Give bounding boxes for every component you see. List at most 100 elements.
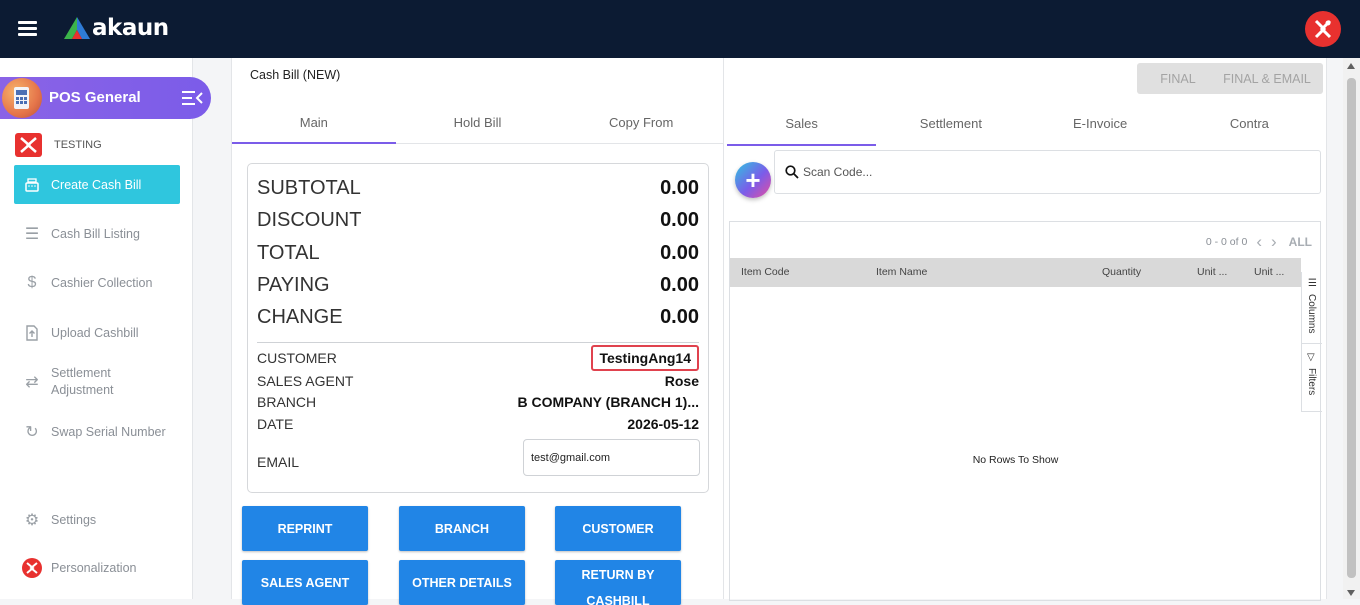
brand-name: akaun <box>92 15 169 41</box>
akaun-logo-icon <box>64 17 90 39</box>
tab-contra[interactable]: Contra <box>1175 106 1324 146</box>
nav-label-group: Settlement Adjustment <box>51 365 114 399</box>
customer-row: CUSTOMER TestingAng14 <box>257 345 699 371</box>
page-title: Cash Bill (NEW) <box>250 68 341 82</box>
pos-module-icon <box>2 78 42 118</box>
nav-upload-cashbill[interactable]: Upload Cashbill <box>14 323 180 343</box>
items-grid: 0 - 0 of 0 ‹ › ALL Item Code Item Name Q… <box>729 221 1322 601</box>
reprint-button[interactable]: REPRINT <box>242 506 368 551</box>
scroll-down-icon[interactable] <box>1347 590 1355 596</box>
subtotal-label: SUBTOTAL <box>257 177 361 199</box>
columns-panel-toggle[interactable]: ☰ Columns <box>1302 272 1322 344</box>
nav-cash-bill-listing[interactable]: ☰ Cash Bill Listing <box>14 224 180 244</box>
other-details-button[interactable]: OTHER DETAILS <box>399 560 525 605</box>
nav-label: Personalization <box>51 561 137 575</box>
final-button[interactable]: FINAL <box>1137 63 1219 94</box>
col-unit-2[interactable]: Unit ... <box>1254 266 1284 278</box>
branch-value: B COMPANY (BRANCH 1)... <box>517 394 700 410</box>
sales-agent-row: SALES AGENT Rose <box>257 373 699 389</box>
tab-copy-from[interactable]: Copy From <box>559 104 723 143</box>
scroll-thumb[interactable] <box>1347 78 1356 578</box>
tab-hold-bill[interactable]: Hold Bill <box>396 104 560 143</box>
col-item-name[interactable]: Item Name <box>876 266 927 278</box>
tab-main[interactable]: Main <box>232 104 396 144</box>
company-selector[interactable]: TESTING <box>15 133 102 157</box>
email-row: EMAIL <box>257 454 299 470</box>
tab-settlement[interactable]: Settlement <box>876 106 1025 146</box>
brand-logo[interactable]: akaun <box>64 14 169 42</box>
sales-agent-label: SALES AGENT <box>257 373 354 389</box>
branch-button[interactable]: BRANCH <box>399 506 525 551</box>
discount-value: 0.00 <box>660 209 699 231</box>
nav-cashier-collection[interactable]: $ Cashier Collection <box>14 273 180 293</box>
date-label: DATE <box>257 416 294 432</box>
nav-personalization[interactable]: Personalization <box>14 558 180 578</box>
nav-label: Upload Cashbill <box>51 326 139 340</box>
col-quantity[interactable]: Quantity <box>1102 266 1141 278</box>
paying-row: PAYING 0.00 <box>257 274 699 297</box>
list-icon: ☰ <box>24 226 40 243</box>
nav-label: Create Cash Bill <box>51 177 142 192</box>
nav-settings[interactable]: ⚙ Settings <box>14 510 180 530</box>
chevron-right-icon[interactable]: › <box>1271 232 1277 252</box>
date-value: 2026-05-12 <box>627 416 699 432</box>
change-label: CHANGE <box>257 306 343 328</box>
add-item-button[interactable]: + <box>735 162 771 198</box>
nav-swap-serial-number[interactable]: ↻ Swap Serial Number <box>14 422 180 442</box>
sales-agent-button[interactable]: SALES AGENT <box>242 560 368 605</box>
total-row: TOTAL 0.00 <box>257 242 699 265</box>
filters-panel-toggle[interactable]: ▽ Filters <box>1302 348 1322 412</box>
module-switcher[interactable]: POS General <box>0 77 211 119</box>
cash-bill-tabs: Main Hold Bill Copy From <box>232 104 723 144</box>
col-unit-1[interactable]: Unit ... <box>1197 266 1227 278</box>
chevron-left-icon[interactable]: ‹ <box>1256 232 1262 252</box>
cash-bill-panel: Cash Bill (NEW) Main Hold Bill Copy From… <box>231 58 724 605</box>
sales-panel: FINAL FINAL & EMAIL Sales Settlement E-I… <box>724 58 1327 601</box>
nav-create-cash-bill[interactable]: Create Cash Bill <box>14 165 180 204</box>
subtotal-row: SUBTOTAL 0.00 <box>257 177 699 200</box>
scan-code-box[interactable] <box>774 150 1321 194</box>
scroll-up-icon[interactable] <box>1347 63 1355 69</box>
pager-count: 0 - 0 of 0 <box>1205 236 1248 248</box>
filter-icon: ▽ <box>1307 352 1315 363</box>
sales-agent-value: Rose <box>664 373 699 389</box>
plus-icon: + <box>745 164 761 195</box>
divider <box>257 342 699 343</box>
user-avatar[interactable] <box>1305 11 1341 47</box>
pagination: 0 - 0 of 0 ‹ › ALL <box>1206 232 1312 252</box>
return-by-cashbill-button[interactable]: RETURN BY CASHBILL <box>555 560 681 605</box>
scan-code-input[interactable] <box>803 165 1283 179</box>
nav-label: Cashier Collection <box>51 276 153 290</box>
change-row: CHANGE 0.00 <box>257 306 699 329</box>
date-row: DATE 2026-05-12 <box>257 416 699 432</box>
show-all-button[interactable]: ALL <box>1289 235 1312 249</box>
page-scrollbar[interactable] <box>1343 58 1360 599</box>
nav-settlement-adjustment[interactable]: ⇄ Settlement Adjustment <box>14 365 180 399</box>
paying-label: PAYING <box>257 274 330 296</box>
collapse-sidebar-icon[interactable] <box>182 90 204 106</box>
change-value: 0.00 <box>660 306 699 328</box>
final-email-button[interactable]: FINAL & EMAIL <box>1211 63 1323 94</box>
search-icon <box>785 165 799 179</box>
sales-tabs: Sales Settlement E-Invoice Contra <box>727 106 1324 146</box>
tab-e-invoice[interactable]: E-Invoice <box>1026 106 1175 146</box>
upload-icon <box>22 323 42 343</box>
nav-label: Cash Bill Listing <box>51 227 140 241</box>
tab-sales[interactable]: Sales <box>727 106 877 146</box>
empty-state: No Rows To Show <box>972 454 1059 466</box>
menu-icon[interactable] <box>18 21 37 36</box>
discount-row: DISCOUNT 0.00 <box>257 209 699 232</box>
customer-button[interactable]: CUSTOMER <box>555 506 681 551</box>
email-field[interactable] <box>523 439 700 476</box>
discount-label: DISCOUNT <box>257 209 362 231</box>
nav-label-line2: Adjustment <box>51 383 114 397</box>
bill-summary-card: SUBTOTAL 0.00 DISCOUNT 0.00 TOTAL 0.00 P… <box>247 163 709 493</box>
branch-label: BRANCH <box>257 394 317 410</box>
customer-value[interactable]: TestingAng14 <box>591 345 699 371</box>
total-value: 0.00 <box>660 242 699 264</box>
paying-value: 0.00 <box>660 274 699 296</box>
col-item-code[interactable]: Item Code <box>741 266 789 278</box>
total-label: TOTAL <box>257 242 320 264</box>
columns-label: Columns <box>1306 294 1317 334</box>
gear-icon: ⚙ <box>24 512 40 529</box>
